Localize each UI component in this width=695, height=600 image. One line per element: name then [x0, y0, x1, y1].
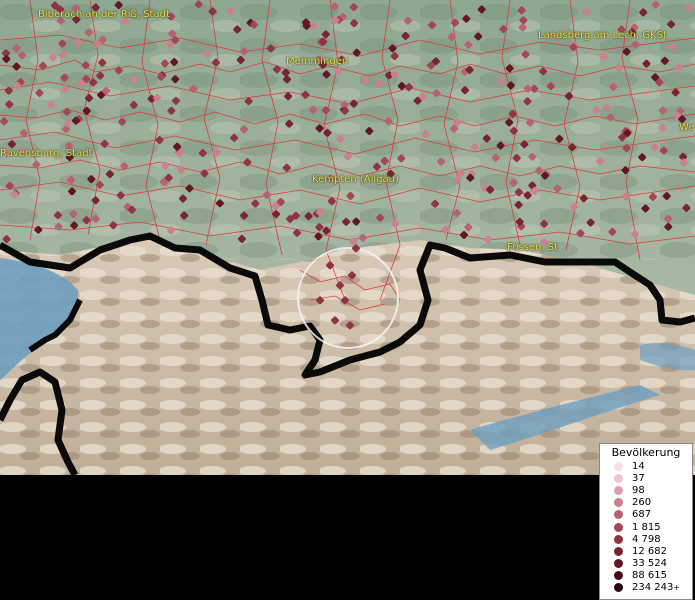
legend-swatch-icon [614, 583, 623, 593]
legend-item: 33 524 [600, 558, 692, 570]
legend-label: 234 243 [632, 582, 674, 594]
empty-area [0, 475, 695, 600]
legend-label: 12 682 [632, 545, 667, 557]
legend-label: 4 798 [632, 533, 661, 545]
legend-suffix: + [673, 583, 681, 593]
legend-swatch-icon [614, 510, 623, 520]
alpine-ridges [0, 238, 695, 475]
legend-label: 33 524 [632, 558, 667, 570]
legend-item: 687 [600, 509, 692, 521]
legend-item: 88 615 [600, 570, 692, 582]
town-label[interactable]: Kempten (Allgäu) [312, 174, 399, 185]
town-label[interactable]: Biberach an der Riß, Stadt [38, 9, 170, 20]
town-label[interactable]: Landsberg am Lech, GKSt [538, 30, 667, 41]
legend-label: 1 815 [632, 521, 661, 533]
legend-item: 12 682 [600, 545, 692, 557]
legend-label: 14 [632, 460, 645, 472]
map-view[interactable]: Biberach an der Riß, Stadt Memmingen Lan… [0, 0, 695, 475]
town-label[interactable]: Füssen, St [507, 242, 558, 253]
legend-label: 37 [632, 472, 645, 484]
legend-swatch-icon [614, 498, 623, 508]
town-label[interactable]: We [679, 122, 694, 133]
legend-item: 234 243 + [600, 582, 692, 594]
town-label[interactable]: Memmingen [286, 56, 348, 67]
legend-item: 98 [600, 484, 692, 496]
legend-swatch-icon [614, 534, 623, 544]
map-canvas[interactable] [0, 0, 695, 475]
legend-label: 88 615 [632, 570, 667, 582]
legend-item: 37 [600, 472, 692, 484]
legend-label: 98 [632, 484, 645, 496]
legend-swatch-icon [614, 461, 623, 471]
legend-title: Bevölkerung [611, 446, 681, 459]
town-label[interactable]: Ravensburg, Stadt [0, 148, 92, 159]
legend-item: 4 798 [600, 533, 692, 545]
legend-swatch-icon [614, 546, 623, 556]
legend-swatch-icon [614, 522, 623, 532]
legend-swatch-icon [614, 571, 623, 581]
legend-label: 687 [632, 509, 652, 521]
legend-swatch-icon [614, 485, 623, 495]
legend-item: 14 [600, 460, 692, 472]
legend-swatch-icon [614, 473, 623, 483]
legend-label: 260 [632, 497, 652, 509]
legend-item: 1 815 [600, 521, 692, 533]
legend-item: 260 [600, 497, 692, 509]
legend-swatch-icon [614, 559, 623, 569]
legend: Bevölkerung 14 37 98 260 687 1 815 4 798 12 682… [599, 443, 693, 600]
